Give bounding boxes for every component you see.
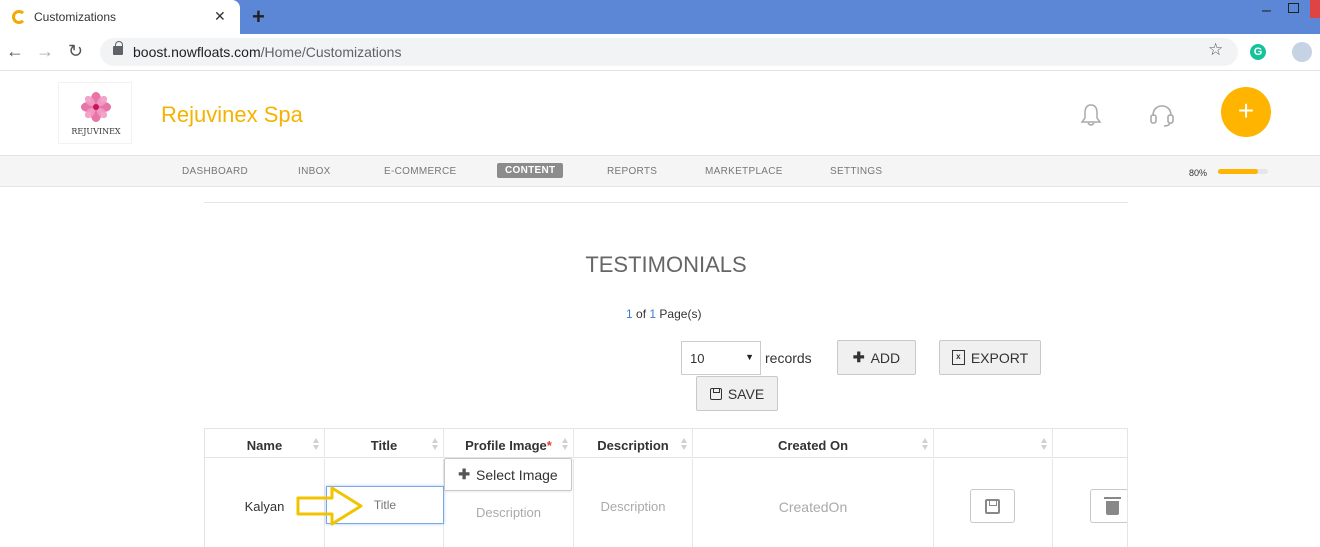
column-label: Created On xyxy=(777,438,849,453)
sort-icon[interactable] xyxy=(432,438,439,450)
description-placeholder: Description xyxy=(600,499,666,514)
sort-icon[interactable] xyxy=(681,438,688,450)
save-button[interactable]: SAVE xyxy=(696,376,778,411)
support-headset-icon[interactable] xyxy=(1149,102,1175,128)
column-header-created-on[interactable]: Created On xyxy=(693,429,934,458)
select-image-button[interactable]: ✚ Select Image xyxy=(444,458,572,491)
sort-icon[interactable] xyxy=(1041,438,1048,450)
logo-text: REJUVINEX xyxy=(71,127,121,136)
column-label: Description xyxy=(597,438,669,453)
sort-icon[interactable] xyxy=(922,438,929,450)
export-button-label: EXPORT xyxy=(970,349,1029,366)
add-fab-button[interactable]: + xyxy=(1221,87,1271,137)
pager-of: of xyxy=(636,307,647,321)
reload-icon[interactable]: ↻ xyxy=(68,41,83,62)
bookmark-star-icon[interactable]: ☆ xyxy=(1208,40,1223,60)
table-cell-created-on[interactable]: CreatedOn xyxy=(693,459,934,547)
url-path: /Home/Customizations xyxy=(260,44,402,60)
nav-ecommerce[interactable]: E-COMMERCE xyxy=(384,166,456,177)
url-host: boost.nowfloats.com xyxy=(133,44,261,60)
main-nav: DASHBOARD INBOX E-COMMERCE CONTENT REPOR… xyxy=(0,155,1320,187)
row-delete-button[interactable] xyxy=(1090,489,1127,523)
table-cell-save xyxy=(934,459,1053,547)
business-logo[interactable]: REJUVINEX xyxy=(58,82,132,144)
close-tab-icon[interactable]: ✕ xyxy=(214,8,226,25)
minimize-icon[interactable]: – xyxy=(1262,2,1271,20)
restore-icon[interactable] xyxy=(1288,3,1299,13)
trash-icon xyxy=(1104,496,1121,515)
column-header-title[interactable]: Title xyxy=(325,429,444,458)
floppy-disk-icon xyxy=(709,387,722,400)
forward-icon[interactable]: → xyxy=(36,41,54,62)
column-header-description[interactable]: Description xyxy=(574,429,693,458)
column-header-name[interactable]: Name xyxy=(205,429,325,458)
page-title: TESTIMONIALS xyxy=(585,252,747,277)
export-button[interactable]: x EXPORT xyxy=(939,340,1041,375)
nav-settings[interactable]: SETTINGS xyxy=(830,166,882,177)
floppy-disk-icon xyxy=(985,498,1000,514)
nav-dashboard[interactable]: DASHBOARD xyxy=(182,166,248,177)
sort-icon[interactable] xyxy=(313,438,320,450)
browser-tab[interactable]: Customizations ✕ xyxy=(0,0,240,34)
close-window-icon[interactable] xyxy=(1310,0,1320,18)
new-tab-button[interactable]: + xyxy=(252,4,265,30)
column-label: Name xyxy=(246,438,283,453)
profile-avatar[interactable] xyxy=(1292,42,1312,62)
plus-icon: ✚ xyxy=(852,349,865,365)
table-cell-delete xyxy=(1053,459,1127,547)
excel-file-icon: x xyxy=(951,350,965,365)
table-cell-description[interactable]: Description xyxy=(574,459,693,547)
profile-progress-bar xyxy=(1218,169,1268,174)
pager-suffix: Page(s) xyxy=(659,307,702,321)
records-select-value: 10 xyxy=(690,351,705,366)
created-on-placeholder: CreatedOn xyxy=(778,499,848,515)
address-bar: ← → ↻ boost.nowfloats.com/Home/Customiza… xyxy=(0,34,1320,71)
records-per-page-select[interactable]: 10 ▼ xyxy=(681,341,761,375)
save-button-label: SAVE xyxy=(727,385,765,402)
lotus-logo-icon xyxy=(81,92,111,122)
notification-bell-icon[interactable] xyxy=(1080,103,1102,127)
column-header-save[interactable] xyxy=(934,429,1053,458)
pager-total[interactable]: 1 xyxy=(649,307,656,321)
add-button[interactable]: ✚ ADD xyxy=(837,340,916,375)
column-header-delete xyxy=(1053,429,1127,458)
dropdown-caret-icon: ▼ xyxy=(745,352,754,362)
records-label: records xyxy=(765,350,812,366)
annotation-arrow-icon xyxy=(296,486,363,526)
profile-description-placeholder: Description xyxy=(475,505,542,520)
select-image-label: Select Image xyxy=(476,466,558,483)
profile-progress-label: 80% xyxy=(1189,168,1208,178)
plus-icon: ✚ xyxy=(458,466,470,482)
column-label: Title xyxy=(370,438,398,453)
tab-title: Customizations xyxy=(34,10,117,24)
grammarly-extension-icon[interactable]: G xyxy=(1250,44,1266,60)
back-icon[interactable]: ← xyxy=(6,41,24,62)
sort-icon[interactable] xyxy=(562,438,569,450)
nav-content[interactable]: CONTENT xyxy=(497,163,564,178)
profile-progress-fill xyxy=(1218,169,1258,174)
pager: 1 of 1 Page(s) xyxy=(626,307,701,321)
column-label: Profile Image xyxy=(465,438,547,453)
required-mark: * xyxy=(546,438,552,453)
nav-inbox[interactable]: INBOX xyxy=(298,166,331,177)
column-header-profile-image[interactable]: Profile Image* xyxy=(444,429,574,458)
lock-icon xyxy=(113,41,123,55)
nav-reports[interactable]: REPORTS xyxy=(607,166,657,177)
pager-current[interactable]: 1 xyxy=(626,307,633,321)
divider xyxy=(204,202,1128,203)
favicon-icon xyxy=(12,10,26,24)
nav-marketplace[interactable]: MARKETPLACE xyxy=(705,166,783,177)
browser-tab-bar: Customizations ✕ + – xyxy=(0,0,1320,34)
url-field[interactable]: boost.nowfloats.com/Home/Customizations … xyxy=(100,38,1238,66)
add-button-label: ADD xyxy=(870,349,901,366)
business-name[interactable]: Rejuvinex Spa xyxy=(161,102,303,128)
row-save-button[interactable] xyxy=(970,489,1015,523)
